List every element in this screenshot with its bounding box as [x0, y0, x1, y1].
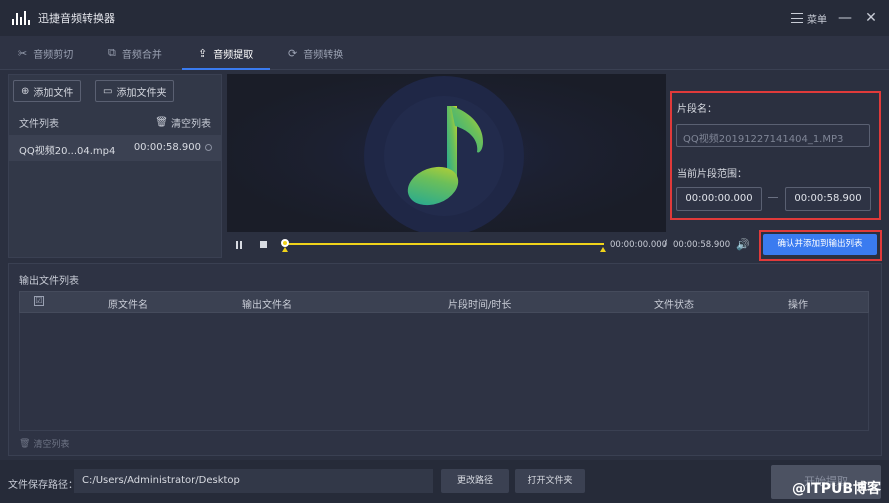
- segment-name-input[interactable]: QQ视频20191227141404_1.MP3: [676, 124, 870, 147]
- tab-label: 音频剪切: [33, 49, 74, 61]
- music-note-icon: [407, 106, 483, 206]
- col-actions: 操作: [788, 300, 808, 311]
- extract-icon: ⇪: [198, 46, 208, 60]
- change-path-button[interactable]: 更改路径: [441, 469, 509, 493]
- file-list-header: 文件列表 🗑 清空列表: [9, 109, 221, 133]
- output-list-title: 输出文件列表: [19, 276, 79, 287]
- col-file-status: 文件状态: [654, 300, 694, 311]
- close-button[interactable]: ✕: [863, 10, 879, 26]
- file-duration: 00:00:58.900: [133, 142, 201, 153]
- total-time: 00:00:58.900: [673, 240, 731, 250]
- col-segment-time: 片段时间/时长: [448, 300, 512, 311]
- stop-icon[interactable]: [260, 241, 267, 248]
- output-table-body: [19, 313, 869, 431]
- tab-audio-extract[interactable]: ⇪ 音频提取: [182, 36, 270, 70]
- trash-icon: 🗑: [155, 117, 168, 128]
- clear-file-list-button[interactable]: 🗑 清空列表: [155, 115, 211, 130]
- segment-end-input[interactable]: 00:00:58.900: [785, 187, 871, 211]
- list-item[interactable]: QQ视频20...04.mp4 00:00:58.900: [9, 135, 221, 161]
- tab-audio-convert[interactable]: ⟳ 音频转换: [288, 36, 343, 70]
- clear-list-label: 清空列表: [171, 119, 211, 130]
- seek-track[interactable]: [286, 243, 604, 245]
- minimize-button[interactable]: —: [837, 10, 853, 26]
- select-all-checkbox[interactable]: ☑: [34, 296, 44, 306]
- tab-label: 音频转换: [303, 49, 344, 61]
- time-separator: /: [664, 239, 668, 249]
- tab-audio-cut[interactable]: ✂ 音频剪切: [18, 36, 73, 70]
- add-folder-button[interactable]: ▭ 添加文件夹: [95, 80, 175, 102]
- file-status-dot: [205, 144, 212, 151]
- title-bar: 迅捷音频转换器 菜单 — ✕: [0, 0, 889, 36]
- hamburger-menu-icon[interactable]: [791, 13, 803, 23]
- add-folder-label: 添加文件夹: [116, 87, 167, 99]
- add-file-label: 添加文件: [33, 87, 74, 99]
- file-list-label: 文件列表: [19, 119, 59, 130]
- segment-name-label: 片段名：: [677, 104, 717, 115]
- watermark: @ITPUB博客: [791, 481, 881, 497]
- convert-icon: ⟳: [288, 46, 298, 60]
- plus-circle-icon: ⊕: [21, 85, 30, 97]
- pause-icon[interactable]: [236, 241, 244, 249]
- segment-start-input[interactable]: 00:00:00.000: [676, 187, 762, 211]
- app-title: 迅捷音频转换器: [38, 12, 115, 25]
- range-dash: [768, 197, 778, 198]
- open-folder-button[interactable]: 打开文件夹: [515, 469, 585, 493]
- trash-icon: 🗑: [19, 438, 31, 449]
- volume-icon[interactable]: 🔊: [736, 238, 750, 251]
- tab-audio-merge[interactable]: ⧉ 音频合并: [108, 36, 162, 70]
- clear-output-label: 清空列表: [33, 440, 70, 450]
- col-output-name: 输出文件名: [242, 300, 292, 311]
- current-time: 00:00:00.000: [610, 240, 668, 250]
- scissors-icon: ✂: [18, 46, 28, 60]
- menu-button[interactable]: 菜单: [807, 11, 827, 26]
- add-file-button[interactable]: ⊕ 添加文件: [13, 80, 82, 102]
- save-path-input[interactable]: C:/Users/Administrator/Desktop: [74, 469, 433, 493]
- file-list-panel: ⊕ 添加文件 ▭ 添加文件夹 文件列表 🗑 清空列表 QQ视频20...04.m…: [8, 74, 222, 258]
- table-header: ☑ 原文件名 输出文件名 片段时间/时长 文件状态 操作: [19, 291, 869, 313]
- save-path-label: 文件保存路径：: [8, 480, 78, 491]
- folder-icon: ▭: [103, 85, 113, 97]
- file-name: QQ视频20...04.mp4: [19, 146, 116, 157]
- tab-label: 音频合并: [121, 49, 162, 61]
- player-controls: [227, 232, 666, 258]
- merge-icon: ⧉: [108, 46, 116, 59]
- confirm-add-button[interactable]: 确认并添加到输出列表: [763, 234, 877, 255]
- audio-preview: [227, 74, 666, 236]
- app-logo-icon: [12, 11, 30, 25]
- tab-bar: ✂ 音频剪切 ⧉ 音频合并 ⇪ 音频提取 ⟳ 音频转换: [0, 36, 889, 70]
- segment-range-label: 当前片段范围：: [677, 169, 747, 180]
- range-start-marker[interactable]: [282, 247, 288, 252]
- col-source-name: 原文件名: [108, 300, 148, 311]
- seek-handle[interactable]: [281, 239, 289, 247]
- clear-output-list-button[interactable]: 🗑 清空列表: [19, 437, 70, 451]
- range-end-marker[interactable]: [600, 247, 606, 252]
- tab-label: 音频提取: [213, 49, 254, 61]
